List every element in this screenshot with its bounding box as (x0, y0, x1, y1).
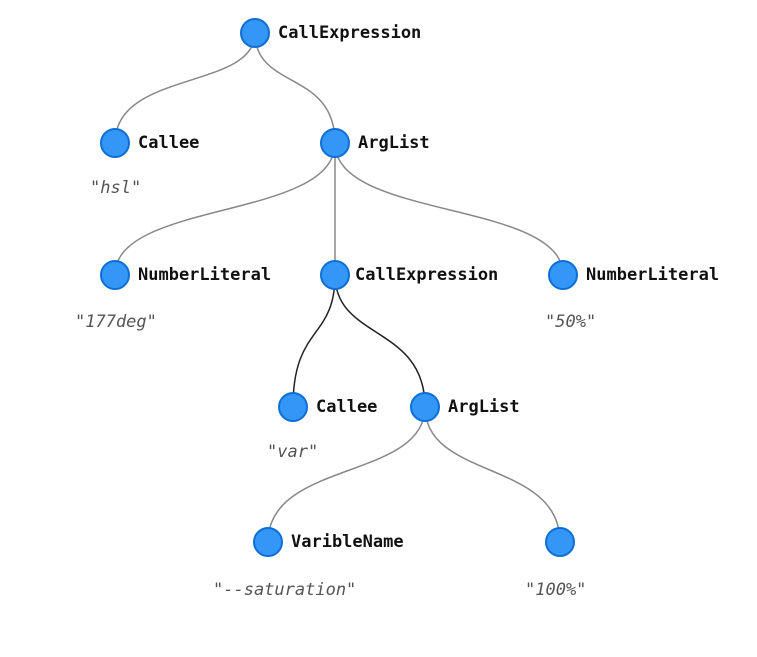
tree-node-pct (545, 527, 575, 557)
tree-node-label: NumberLiteral (586, 265, 719, 285)
tree-node-root (240, 18, 270, 48)
tree-node-value: "hsl" (90, 178, 141, 198)
tree-node-label: ArgList (358, 133, 430, 153)
tree-node-label: Callee (138, 133, 199, 153)
tree-node-num1 (100, 260, 130, 290)
tree-node-label: ArgList (448, 397, 520, 417)
tree-node-label: CallExpression (355, 265, 498, 285)
tree-node-value: "50%" (545, 312, 596, 332)
tree-node-label: CallExpression (278, 23, 421, 43)
tree-node-arg2 (410, 392, 440, 422)
tree-node-value: "177deg" (75, 312, 157, 332)
tree-node-label: Callee (316, 397, 377, 417)
tree-node-varname (253, 527, 283, 557)
tree-node-value: "var" (267, 442, 318, 462)
tree-node-num2 (548, 260, 578, 290)
tree-node-value: "100%" (525, 580, 586, 600)
tree-node-label: NumberLiteral (138, 265, 271, 285)
tree-node-value: "--saturation" (213, 580, 356, 600)
tree-node-callee1 (100, 128, 130, 158)
tree-node-arg1 (320, 128, 350, 158)
tree-node-label: VaribleName (291, 532, 404, 552)
tree-node-callee2 (278, 392, 308, 422)
tree-node-call2 (320, 260, 350, 290)
